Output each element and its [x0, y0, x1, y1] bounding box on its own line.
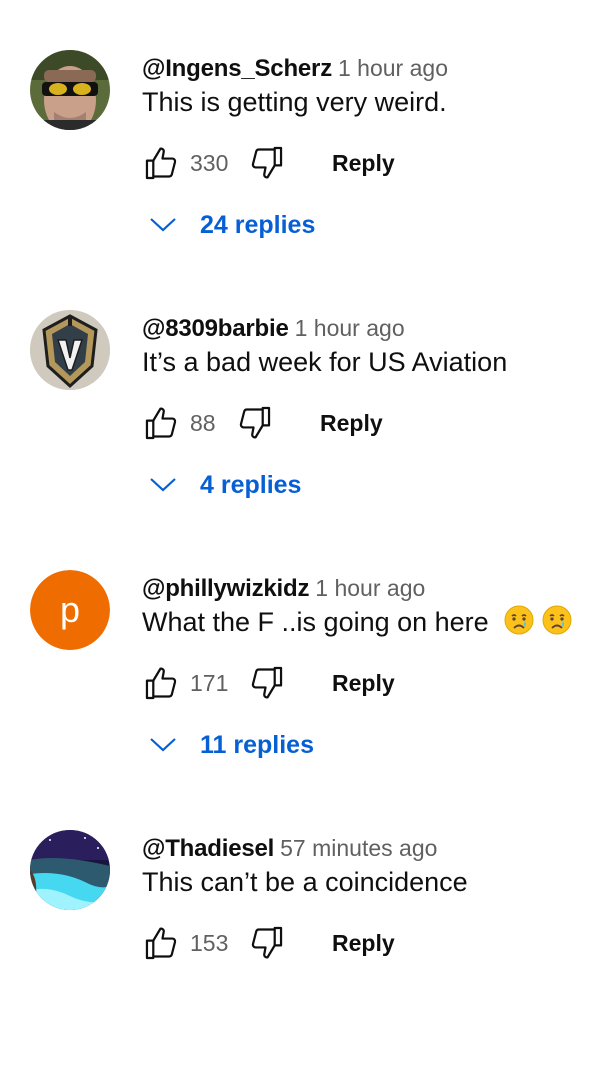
- replies-count-label: 24 replies: [200, 210, 316, 239]
- like-count: 330: [190, 149, 229, 176]
- comment-author[interactable]: @Thadiesel: [142, 835, 274, 862]
- chevron-down-icon: [150, 218, 176, 232]
- avatar-letter: p: [60, 589, 80, 630]
- comment-time[interactable]: 1 hour ago: [338, 55, 448, 81]
- crying-face-emoji: [504, 605, 534, 635]
- comment-time[interactable]: 57 minutes ago: [280, 835, 437, 861]
- comment-body: @8309barbie 1 hour ago It’s a bad week fo…: [142, 310, 596, 499]
- comment-author[interactable]: @8309barbie: [142, 315, 289, 342]
- comment-actions: 153 Reply: [142, 918, 395, 968]
- thumbs-up-icon: [145, 927, 177, 960]
- comment-text-row: What the F ..is going on here: [142, 602, 572, 642]
- comment-body: @Thadiesel 57 minutes ago This can’t be a…: [142, 830, 596, 960]
- comment-body: @Ingens_Scherz 1 hour ago This is getting…: [142, 50, 596, 239]
- comment-author[interactable]: @phillywizkidz: [142, 575, 309, 602]
- dislike-button[interactable]: [246, 663, 286, 703]
- comment-text: This can’t be a coincidence: [142, 867, 468, 897]
- thumbs-up-icon: [145, 667, 177, 700]
- view-replies-button[interactable]: 11 replies: [148, 723, 314, 767]
- thumbs-up-icon: [145, 147, 177, 180]
- thumbs-down-icon: [251, 666, 283, 699]
- reply-button[interactable]: Reply: [332, 150, 395, 177]
- replies-count-label: 11 replies: [200, 730, 314, 759]
- comment-header: @Thadiesel 57 minutes ago: [142, 830, 596, 866]
- comment-time[interactable]: 1 hour ago: [295, 315, 405, 341]
- chevron-down-icon: [150, 738, 176, 752]
- thumbs-down-icon: [251, 926, 283, 959]
- like-button[interactable]: [142, 143, 182, 183]
- like-count: 88: [190, 409, 216, 436]
- comment-thread: @Thadiesel 57 minutes ago This can’t be a…: [0, 830, 596, 1090]
- dislike-button[interactable]: [246, 143, 286, 183]
- like-count: 171: [190, 669, 229, 696]
- comment-header: @8309barbie 1 hour ago: [142, 310, 596, 346]
- comment-actions: 171 Reply: [142, 658, 395, 708]
- avatar[interactable]: [30, 830, 110, 910]
- comment-author[interactable]: @Ingens_Scherz: [142, 55, 332, 82]
- like-count: 153: [190, 929, 229, 956]
- comment-text: What the F ..is going on here: [142, 607, 489, 637]
- like-button[interactable]: [142, 403, 182, 443]
- comment-text: This is getting very weird.: [142, 87, 447, 117]
- comment-time[interactable]: 1 hour ago: [315, 575, 425, 601]
- thumbs-down-icon: [239, 406, 271, 439]
- replies-count-label: 4 replies: [200, 470, 302, 499]
- comment-thread: p @phillywizkidz 1 hour ago What the F ..…: [0, 570, 596, 830]
- reply-button[interactable]: Reply: [320, 410, 383, 437]
- thumbs-up-icon: [145, 407, 177, 440]
- chevron-down-icon: [150, 478, 176, 492]
- comment-header: @Ingens_Scherz 1 hour ago: [142, 50, 596, 86]
- comment-thread: @8309barbie 1 hour ago It’s a bad week fo…: [0, 310, 596, 570]
- avatar[interactable]: p: [30, 570, 110, 650]
- like-button[interactable]: [142, 923, 182, 963]
- comment-actions: 88 Reply: [142, 398, 383, 448]
- reply-button[interactable]: Reply: [332, 930, 395, 957]
- comment-text: It’s a bad week for US Aviation: [142, 347, 508, 377]
- avatar[interactable]: [30, 50, 110, 130]
- comment-actions: 330 Reply: [142, 138, 395, 188]
- comment-header: @phillywizkidz 1 hour ago: [142, 570, 596, 606]
- comment-body: @phillywizkidz 1 hour ago What the F ..is…: [142, 570, 596, 759]
- view-replies-button[interactable]: 4 replies: [148, 463, 301, 507]
- view-replies-button[interactable]: 24 replies: [148, 203, 315, 247]
- dislike-button[interactable]: [234, 403, 274, 443]
- reply-button[interactable]: Reply: [332, 670, 395, 697]
- like-button[interactable]: [142, 663, 182, 703]
- dislike-button[interactable]: [246, 923, 286, 963]
- avatar[interactable]: [30, 310, 110, 390]
- thumbs-down-icon: [251, 146, 283, 179]
- comment-thread: @Ingens_Scherz 1 hour ago This is getting…: [0, 50, 596, 310]
- crying-face-emoji: [542, 605, 572, 635]
